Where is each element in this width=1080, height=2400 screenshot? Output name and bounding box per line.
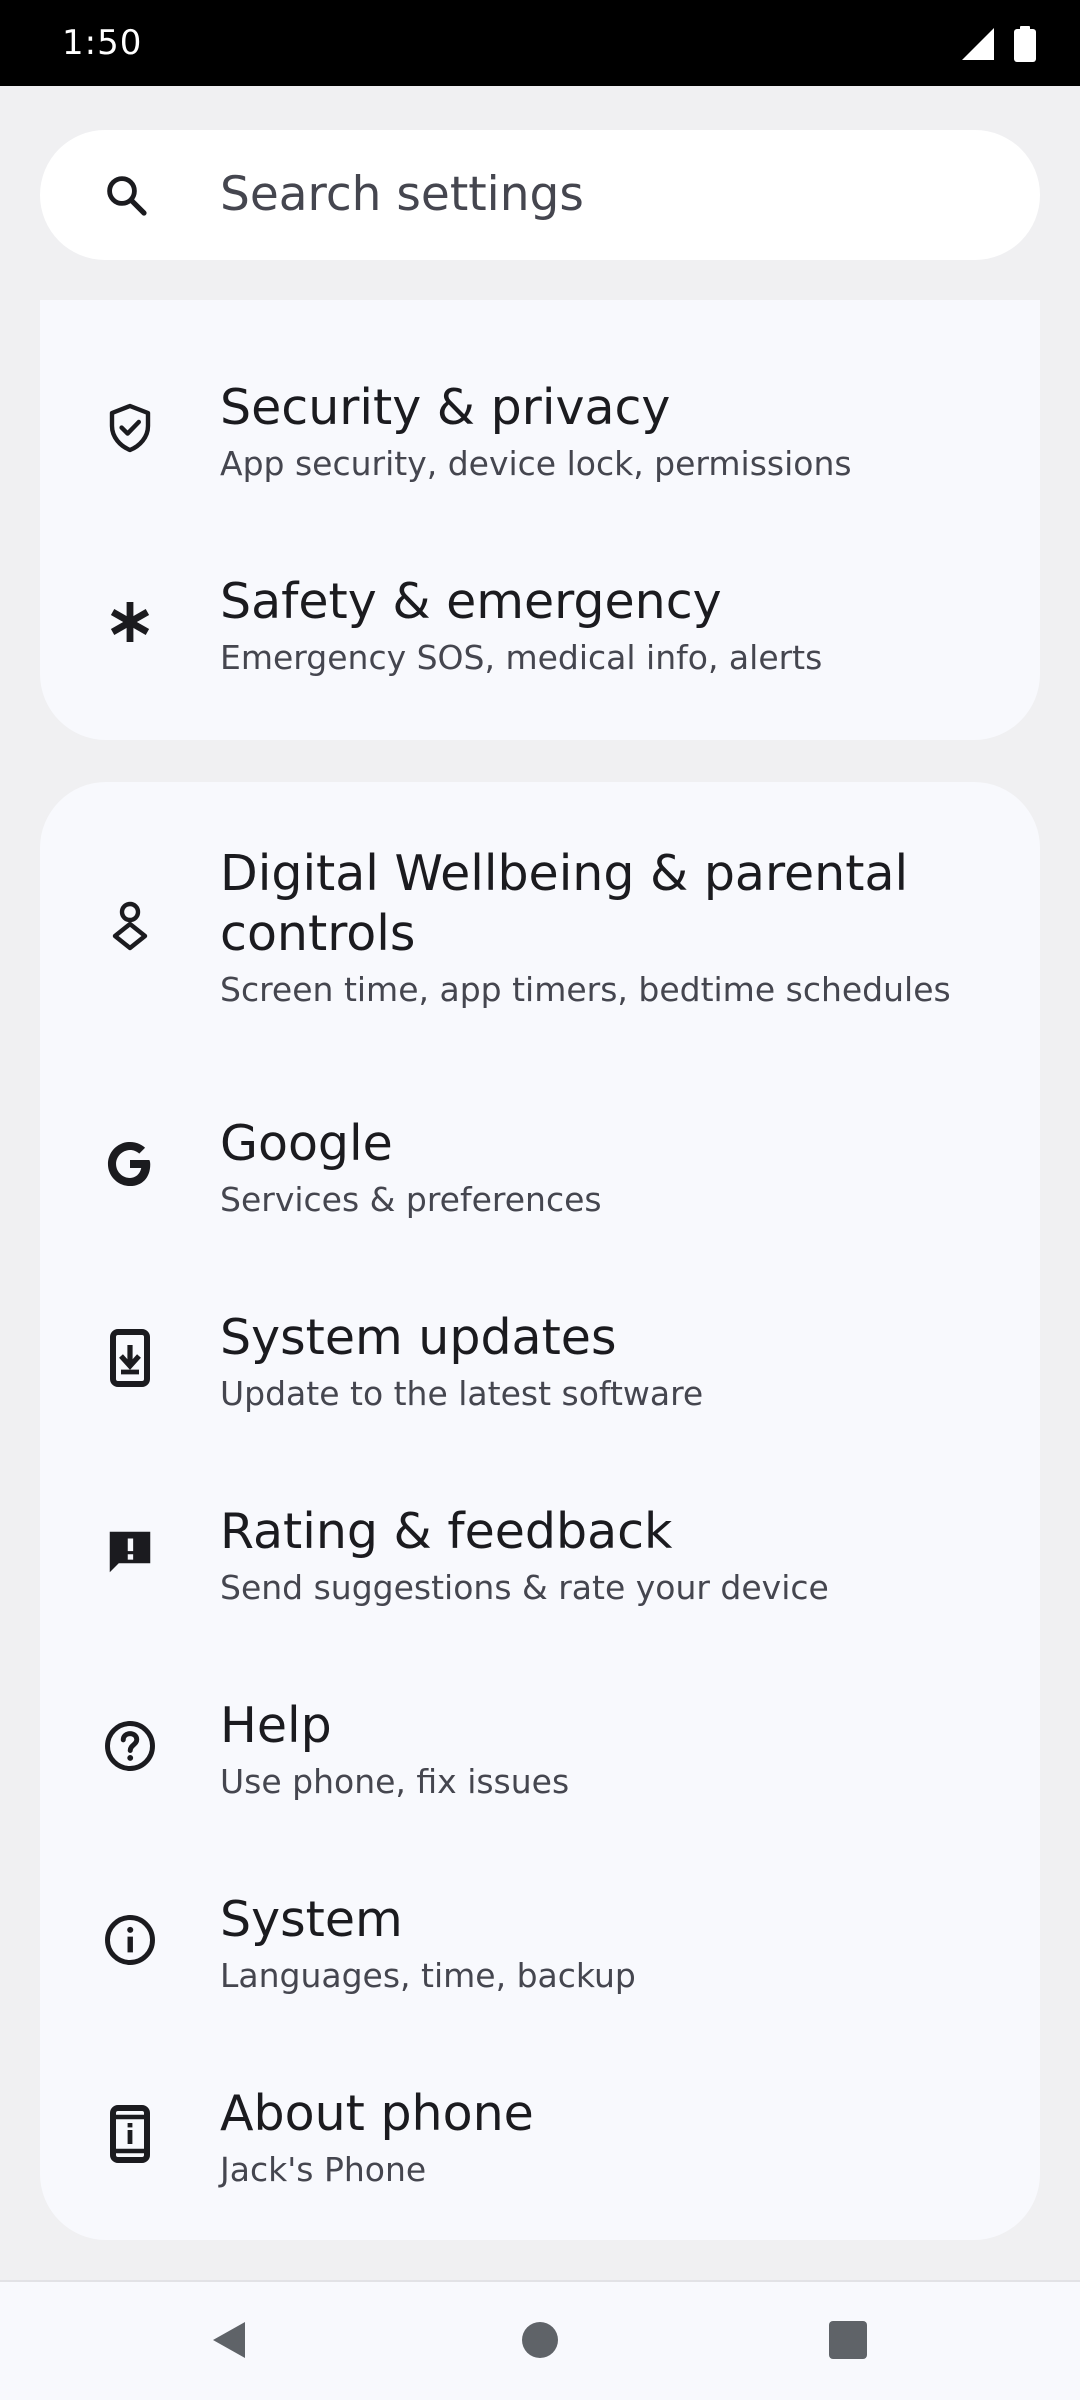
settings-item-help[interactable]: Help Use phone, fix issues [40,1622,1040,1816]
settings-item-security-privacy[interactable]: Security & privacy App security, device … [40,300,1040,494]
item-subtitle: Use phone, fix issues [220,1762,570,1801]
info-icon [100,1910,160,1970]
item-title: Rating & feedback [220,1503,673,1560]
item-title: About phone [220,2085,534,2142]
item-title: System updates [220,1309,617,1366]
item-title: Google [220,1115,393,1172]
search-placeholder: Search settings [220,167,584,222]
battery-icon [1014,26,1036,66]
shield-check-icon [100,398,160,458]
settings-item-system-updates[interactable]: System updates Update to the latest soft… [40,1234,1040,1428]
item-title: Safety & emergency [220,573,722,630]
help-icon [100,1716,160,1776]
item-subtitle: Send suggestions & rate your device [220,1568,829,1607]
status-bar: 1:50 [0,0,1080,86]
item-subtitle: Services & preferences [220,1180,602,1219]
item-subtitle: App security, device lock, permissions [220,444,852,483]
settings-item-google[interactable]: Google Services & preferences [40,1040,1040,1234]
recents-icon[interactable] [824,2316,872,2364]
item-title: Security & privacy [220,379,671,436]
system-update-icon [100,1328,160,1388]
feedback-icon [100,1522,160,1582]
item-title: Digital Wellbeing & parental controls [220,845,909,962]
about-phone-icon [100,2104,160,2164]
item-subtitle: Emergency SOS, medical info, alerts [220,638,823,677]
settings-item-digital-wellbeing[interactable]: Digital Wellbeing & parental controls Sc… [40,782,1040,1040]
item-subtitle: Update to the latest software [220,1374,704,1413]
settings-card-main: Digital Wellbeing & parental controls Sc… [40,782,1040,2240]
search-icon [102,171,150,219]
status-time: 1:50 [62,23,143,63]
settings-item-safety-emergency[interactable]: Safety & emergency Emergency SOS, medica… [40,494,1040,688]
item-title: Help [220,1697,332,1754]
signal-icon [960,26,996,66]
google-icon [100,1134,160,1194]
item-title: System [220,1891,403,1948]
settings-item-system[interactable]: System Languages, time, backup [40,1816,1040,2010]
back-icon[interactable] [204,2316,252,2364]
item-subtitle: Languages, time, backup [220,1956,636,1995]
item-subtitle: Screen time, app timers, bedtime schedul… [220,970,951,1009]
settings-card-top: Security & privacy App security, device … [40,300,1040,740]
asterisk-icon [100,592,160,652]
search-bar[interactable]: Search settings [40,130,1040,260]
settings-item-rating-feedback[interactable]: Rating & feedback Send suggestions & rat… [40,1428,1040,1622]
settings-item-about-phone[interactable]: About phone Jack's Phone [40,2010,1040,2204]
item-subtitle: Jack's Phone [220,2150,427,2189]
status-icons [960,26,1036,66]
wellbeing-icon [100,896,160,956]
home-icon[interactable] [516,2316,564,2364]
